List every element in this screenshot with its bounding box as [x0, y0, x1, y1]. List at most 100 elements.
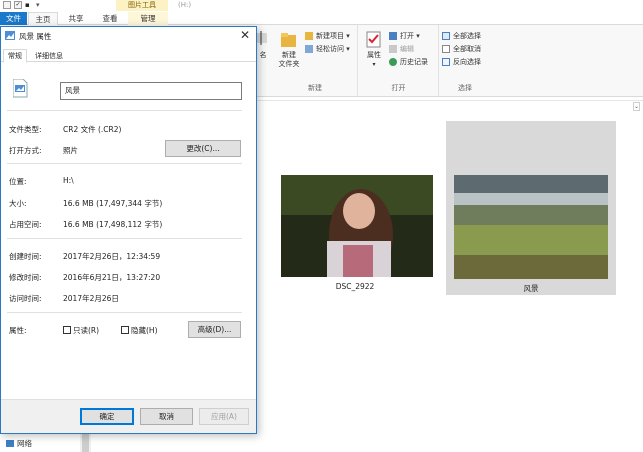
location-value: H:\: [63, 176, 74, 185]
checkbox-box[interactable]: [63, 326, 71, 334]
file-caption: DSC_2922: [335, 282, 375, 291]
opens-with-label: 打开方式:: [9, 146, 42, 155]
nav-item-label: 网络: [17, 439, 32, 448]
tab-details[interactable]: 详细信息: [31, 50, 67, 62]
accessed-label: 访问时间:: [9, 294, 42, 303]
rename-button[interactable]: 名: [256, 29, 270, 60]
hidden-label: 隐藏(H): [131, 326, 158, 335]
cancel-button[interactable]: 取消: [140, 408, 193, 425]
rename-icon: [257, 31, 267, 45]
tab-general[interactable]: 常规: [3, 49, 27, 63]
title-bar: ✓ ▪ ▾ 图片工具 (H:): [0, 0, 643, 12]
group-open-label: 打开: [391, 84, 406, 92]
location-label: 位置:: [9, 177, 27, 186]
file-name-field[interactable]: 风景: [60, 82, 242, 100]
save-icon[interactable]: [3, 1, 11, 9]
easy-access-icon: [305, 45, 313, 53]
readonly-label: 只读(R): [73, 326, 100, 335]
select-none-icon: [442, 45, 450, 53]
easy-access-label: 轻松访问: [316, 45, 344, 53]
dialog-tabs: 常规 详细信息: [1, 48, 256, 63]
select-none-button[interactable]: 全部取消: [442, 44, 481, 54]
file-type-label: 文件类型:: [9, 125, 42, 134]
properties-dialog: 风景 属性 ✕ 常规 详细信息 风景 文件类型: CR2 文件 (.CR2) 打…: [0, 26, 257, 434]
dialog-title: 风景 属性: [19, 32, 52, 41]
new-folder-button[interactable]: 新建 文件夹: [276, 31, 302, 69]
invert-selection-label: 反向选择: [453, 58, 481, 66]
nav-item-network[interactable]: 网络: [6, 438, 32, 449]
history-icon: [389, 58, 397, 66]
open-button[interactable]: 打开 ▾: [389, 31, 420, 41]
edit-icon: [389, 45, 397, 53]
close-icon[interactable]: ✕: [238, 28, 252, 42]
size-value: 16.6 MB (17,497,344 字节): [63, 199, 163, 208]
select-none-label: 全部取消: [453, 45, 481, 53]
size-label: 大小:: [9, 199, 27, 208]
checkbox-icon[interactable]: ✓: [14, 1, 22, 9]
ribbon-tabs: 文件 主页 共享 查看 管理: [0, 12, 643, 25]
properties-label: 属性: [367, 51, 381, 59]
select-all-icon: [442, 32, 450, 40]
checkbox-box[interactable]: [121, 326, 129, 334]
dialog-title-bar: 风景 属性 ✕: [1, 27, 256, 45]
separator: [7, 312, 242, 313]
group-select-label: 选择: [458, 84, 472, 92]
ok-button[interactable]: 确定: [80, 408, 134, 425]
dialog-footer: 确定 取消 应用(A): [1, 399, 256, 433]
advanced-button[interactable]: 高级(D)...: [188, 321, 241, 338]
group-new: 新建 文件夹 新建项目 ▾ 轻松访问 ▾ 新建: [273, 25, 358, 97]
new-item-icon: [305, 32, 313, 40]
edit-button[interactable]: 编辑: [389, 44, 414, 54]
new-folder-label: 新建 文件夹: [278, 51, 300, 68]
size-on-disk-value: 16.6 MB (17,498,112 字节): [63, 220, 163, 229]
hidden-checkbox[interactable]: 隐藏(H): [121, 325, 158, 336]
picture-tools-label: 图片工具: [116, 0, 168, 11]
history-label: 历史记录: [400, 58, 428, 66]
easy-access-button[interactable]: 轻松访问 ▾: [305, 44, 350, 54]
opens-with-value: 照片: [63, 146, 78, 155]
change-button[interactable]: 更改(C)...: [165, 140, 241, 157]
thumbnail-image: [281, 175, 433, 277]
tab-home[interactable]: 主页: [28, 12, 58, 25]
invert-selection-icon: [442, 58, 450, 66]
attributes-label: 属性:: [9, 326, 27, 335]
apply-button[interactable]: 应用(A): [199, 408, 249, 425]
properties-icon: [366, 31, 381, 48]
modified-label: 修改时间:: [9, 273, 42, 282]
open-label: 打开: [400, 32, 414, 40]
size-on-disk-label: 占用空间:: [9, 220, 42, 229]
file-tile-selected[interactable]: 风景: [446, 121, 616, 295]
modified-value: 2016年6月21日，13:27:20: [63, 273, 161, 282]
file-type-value: CR2 文件 (.CR2): [63, 125, 122, 134]
chevron-down-icon: ▾: [372, 61, 376, 68]
readonly-checkbox[interactable]: 只读(R): [63, 325, 99, 336]
rename-label: 名: [259, 51, 267, 59]
new-folder-icon: [281, 33, 296, 47]
new-item-button[interactable]: 新建项目 ▾: [305, 31, 350, 41]
address-bar[interactable]: ⌄: [255, 100, 643, 112]
file-caption: 风景: [523, 284, 539, 293]
tab-manage[interactable]: 管理: [128, 12, 168, 25]
accessed-value: 2017年2月26日: [63, 294, 119, 303]
separator: [7, 163, 242, 164]
file-tile[interactable]: DSC_2922: [272, 165, 438, 295]
edit-label: 编辑: [400, 45, 414, 53]
chevron-down-icon[interactable]: ▾: [36, 0, 40, 10]
created-label: 创建时间:: [9, 252, 42, 261]
tab-share[interactable]: 共享: [60, 12, 92, 25]
file-type-icon: [13, 79, 28, 98]
network-icon: [6, 440, 14, 447]
tab-view[interactable]: 查看: [94, 12, 126, 25]
select-all-button[interactable]: 全部选择: [442, 31, 481, 41]
folder-icon[interactable]: ▪: [25, 1, 33, 9]
window-title: (H:): [178, 1, 192, 9]
tab-file[interactable]: 文件: [0, 12, 27, 25]
invert-selection-button[interactable]: 反向选择: [442, 57, 481, 67]
thumbnail-image: [454, 175, 608, 279]
history-button[interactable]: 历史记录: [389, 57, 428, 67]
chevron-down-icon[interactable]: ⌄: [633, 102, 640, 111]
separator: [7, 110, 242, 111]
select-all-label: 全部选择: [453, 32, 481, 40]
created-value: 2017年2月26日，12:34:59: [63, 252, 161, 261]
properties-button[interactable]: 属性 ▾: [363, 31, 385, 69]
